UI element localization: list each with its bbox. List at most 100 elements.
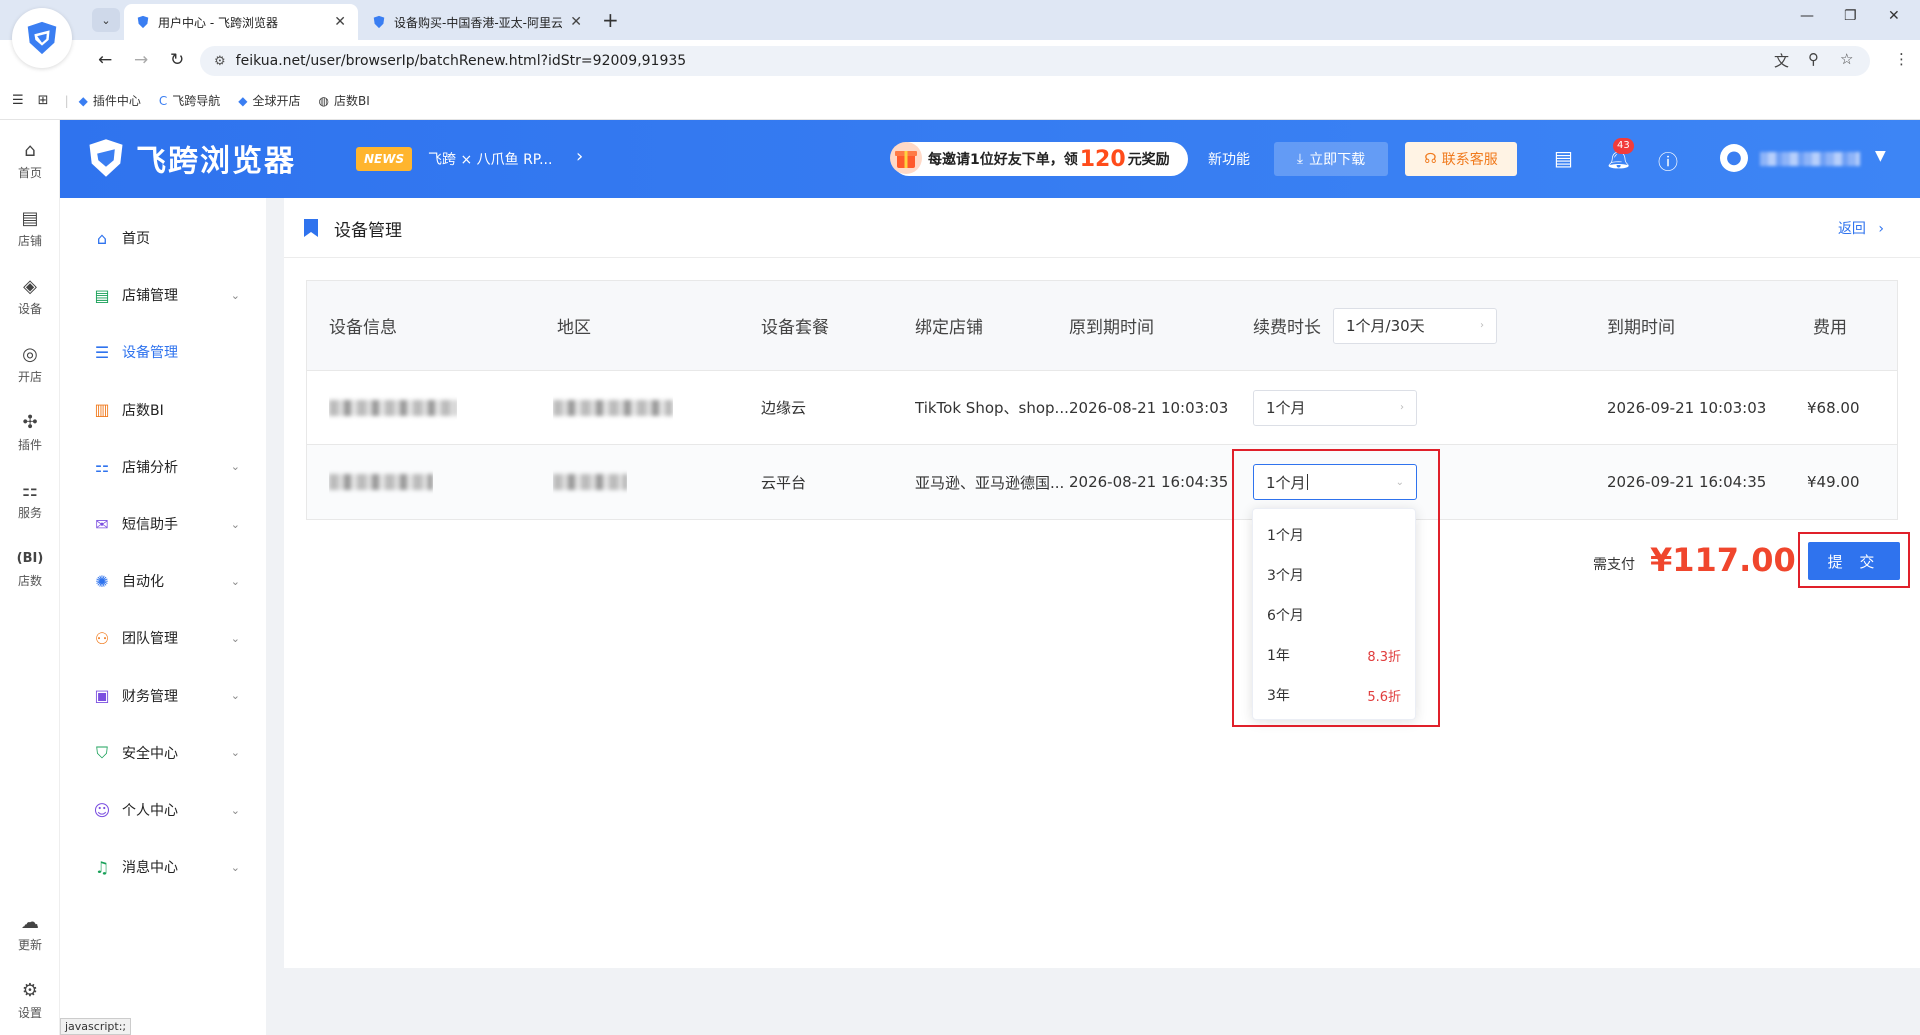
contact-label: 联系客服 — [1441, 152, 1498, 168]
home-icon: ⌂ — [24, 140, 36, 161]
gift-icon — [890, 142, 922, 174]
bound-store-cell: TikTok Shop、shop... — [915, 399, 1069, 417]
back-label: 返回 — [1837, 221, 1866, 237]
bound-store-cell: 亚马逊、亚马逊德国... — [915, 473, 1065, 492]
apps-grid-icon[interactable]: ⊞ — [38, 93, 49, 108]
translate-icon[interactable]: ⽂ — [1774, 50, 1789, 71]
left-icon-rail: ⌂ 首页 ▤ 店铺 ◈ 设备 ◎ 开店 ✣ 插件 ⚏ 服务 (BI) 店数 ☁ … — [0, 120, 60, 1035]
document-icon[interactable]: ▤ — [1554, 146, 1573, 170]
rail-item-device[interactable]: ◈ 设备 — [0, 276, 60, 317]
renew-table: 设备信息 地区 设备套餐 绑定店铺 原到期时间 续费时长 1个月/30天 › 到… — [306, 280, 1898, 520]
zoom-icon[interactable]: ⚲ — [1808, 50, 1819, 68]
col-renew-duration: 续费时长 1个月/30天 › — [1253, 281, 1497, 370]
user-avatar-icon[interactable]: ● — [1720, 144, 1748, 172]
tab-search-button[interactable]: ⌄ — [92, 8, 120, 32]
chevron-right-icon: › — [1400, 402, 1404, 413]
sidebar-item-5[interactable]: ✉ 短信助手 ⌄ — [60, 504, 266, 544]
back-arrow-icon[interactable]: ← — [98, 50, 112, 70]
help-icon[interactable]: ⓘ — [1658, 146, 1678, 175]
bookmark-plugin-center[interactable]: ◆ 插件中心 — [79, 92, 141, 109]
browser-tab-device-purchase[interactable]: 设备购买-中国香港-亚太-阿里云 ✕ — [360, 4, 594, 40]
table-row: 云平台 亚马逊、亚马逊德国... 2026-08-21 16:04:35 1个月… — [307, 445, 1897, 519]
forward-arrow-icon[interactable]: → — [134, 50, 148, 70]
rail-item-open-store[interactable]: ◎ 开店 — [0, 344, 60, 385]
sidebar-item-9[interactable]: ⛉ 安全中心 ⌄ — [60, 733, 266, 773]
tab-close-icon[interactable]: ✕ — [570, 14, 582, 30]
puzzle-icon: ✣ — [22, 412, 38, 433]
sidebar-item-8[interactable]: ▣ 财务管理 ⌄ — [60, 676, 266, 716]
page-header: 设备管理 返回 › — [284, 198, 1920, 258]
download-button[interactable]: ⤓ 立即下载 — [1274, 142, 1388, 176]
bar-chart-icon: ▥ — [94, 400, 110, 420]
sidebar-item-4[interactable]: ⚏ 店铺分析 ⌄ — [60, 447, 266, 487]
url-input[interactable]: ⚙ feikua.net/user/browserIp/batchRenew.h… — [200, 46, 1870, 76]
rail-item-store[interactable]: ▤ 店铺 — [0, 208, 60, 249]
duration-select[interactable]: 1个月 › — [1253, 389, 1417, 426]
col-package: 设备套餐 — [761, 318, 829, 338]
close-window-icon[interactable]: ✕ — [1888, 8, 1900, 24]
sidebar-item-7[interactable]: ⚇ 团队管理 ⌄ — [60, 618, 266, 658]
package-cell: 云平台 — [761, 473, 807, 492]
submit-button[interactable]: 提 交 — [1808, 542, 1900, 580]
orig-expiry-cell: 2026-08-21 10:03:03 — [1069, 398, 1229, 417]
region-blurred — [553, 445, 627, 519]
tab-close-icon[interactable]: ✕ — [334, 14, 346, 30]
sidebar-toggle-icon[interactable]: ☰ — [12, 93, 24, 108]
reload-icon[interactable]: ↻ — [170, 50, 184, 70]
news-headline-link[interactable]: 飞跨 × 八爪鱼 RP... — [428, 149, 552, 169]
rail-item-settings[interactable]: ⚙ 设置 — [0, 980, 60, 1021]
site-info-icon[interactable]: ⚙ — [214, 54, 226, 69]
sidebar-item-6[interactable]: ✺ 自动化 ⌄ — [60, 561, 266, 601]
region-blurred — [553, 371, 673, 444]
bookmark-store-bi[interactable]: ◍ 店数BI — [319, 92, 370, 109]
new-feature-link[interactable]: 新功能 — [1208, 149, 1250, 169]
bookmark-feikua-nav[interactable]: C 飞跨导航 — [159, 92, 220, 109]
back-link[interactable]: 返回 › — [1838, 218, 1884, 238]
bi-icon: (BI) — [16, 551, 44, 566]
sidebar-item-label: 个人中心 — [122, 803, 178, 819]
invite-amount: 120 — [1079, 146, 1126, 172]
chevron-down-icon: ⌄ — [230, 803, 240, 817]
bookmark-label: 飞跨导航 — [172, 94, 221, 108]
rail-item-home[interactable]: ⌂ 首页 — [0, 140, 60, 181]
bookmark-global-store[interactable]: ◆ 全球开店 — [238, 92, 300, 109]
browser-tab-bar: ⌄ 用户中心 - 飞跨浏览器 ✕ 设备购买-中国香港-亚太-阿里云 ✕ + — … — [0, 0, 1920, 40]
rail-item-store-data[interactable]: (BI) 店数 — [0, 548, 60, 589]
new-expiry-cell: 2026-09-21 10:03:03 — [1607, 398, 1767, 417]
contact-support-button[interactable]: ☊ 联系客服 — [1405, 142, 1517, 176]
sidebar-item-label: 短信助手 — [122, 517, 178, 533]
bookmark-star-icon[interactable]: ☆ — [1840, 50, 1853, 68]
renew-all-value: 1个月/30天 — [1346, 317, 1425, 335]
table-row: 边缘云 TikTok Shop、shop... 2026-08-21 10:03… — [307, 371, 1897, 445]
new-tab-button[interactable]: + — [602, 8, 619, 32]
renew-all-select[interactable]: 1个月/30天 › — [1333, 307, 1497, 344]
chevron-down-icon: ⌄ — [230, 574, 240, 588]
pay-label: 需支付 — [1593, 557, 1635, 573]
invite-reward-banner[interactable]: 每邀请1位好友下单，领 120 元奖励 — [890, 142, 1188, 176]
sidebar-item-10[interactable]: ☺ 个人中心 ⌄ — [60, 790, 266, 830]
sidebar-item-1[interactable]: ▤ 店铺管理 ⌄ — [60, 275, 266, 315]
fee-cell: ¥68.00 — [1807, 398, 1860, 417]
chevron-down-icon: ⌄ — [230, 288, 240, 302]
chevron-right-icon: › — [1480, 320, 1484, 331]
sidebar-item-0[interactable]: ⌂ 首页 — [60, 218, 266, 258]
sidebar-item-2[interactable]: ☰ 设备管理 — [60, 332, 266, 372]
browser-logo[interactable] — [12, 8, 72, 68]
rail-item-update[interactable]: ☁ 更新 — [0, 912, 60, 953]
bookmark-label: 店数BI — [334, 94, 370, 108]
caret-down-icon[interactable]: ▼ — [1875, 148, 1886, 164]
brand-logo[interactable]: 飞跨浏览器 — [84, 136, 296, 180]
minimize-icon[interactable]: — — [1800, 8, 1814, 24]
main-panel: 设备管理 返回 › 设备信息 地区 设备套餐 绑定店铺 原到期时间 续费时长 1… — [284, 198, 1920, 968]
invite-prefix: 每邀请1位好友下单，领 — [928, 152, 1078, 168]
sidebar-item-3[interactable]: ▥ 店数BI — [60, 390, 266, 430]
chevron-right-icon[interactable]: › — [576, 146, 583, 167]
user-name-blurred[interactable] — [1760, 152, 1860, 166]
sidebar-item-11[interactable]: ♫ 消息中心 ⌄ — [60, 847, 266, 887]
browser-menu-icon[interactable]: ⋮ — [1894, 50, 1909, 68]
sidebar-item-label: 消息中心 — [122, 860, 178, 877]
restore-icon[interactable]: ❐ — [1844, 8, 1857, 24]
browser-tab-user-center[interactable]: 用户中心 - 飞跨浏览器 ✕ — [124, 4, 358, 40]
rail-item-plugin[interactable]: ✣ 插件 — [0, 412, 60, 453]
rail-item-service[interactable]: ⚏ 服务 — [0, 480, 60, 521]
